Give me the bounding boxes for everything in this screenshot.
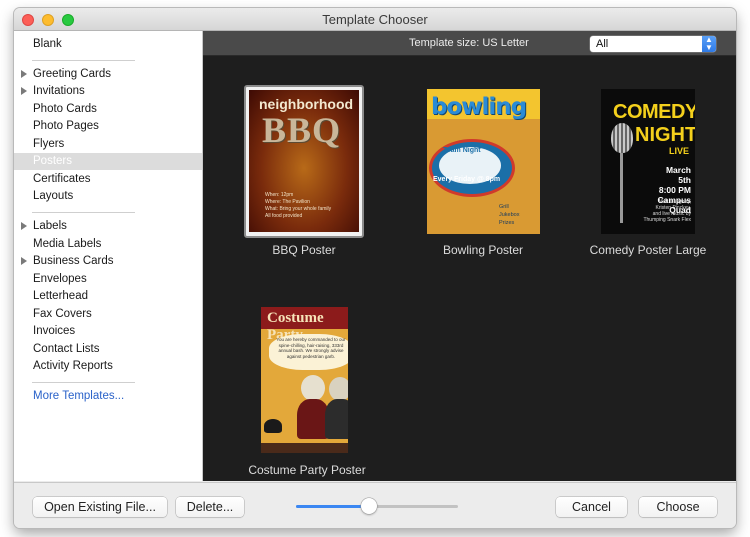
thumbnail-art-text: When: 12pm Where: The Pavilion What: Bri… (265, 192, 332, 219)
template-thumbnail[interactable]: neighborhood BBQ When: 12pm Where: The P… (249, 90, 359, 232)
sidebar-item-invoices[interactable]: Invoices (14, 323, 202, 340)
sidebar-item-label: Photo Pages (33, 120, 99, 132)
more-templates-label: More Templates... (33, 390, 125, 402)
sidebar-item-label: Invitations (33, 85, 85, 97)
template-size-label: Template size: US Letter (409, 37, 529, 49)
microphone-icon (611, 123, 633, 153)
character-body (325, 399, 348, 439)
character-head (301, 375, 325, 401)
black-cat-icon (264, 419, 282, 433)
sidebar-item-label: Envelopes (33, 273, 87, 285)
sidebar-item-media-labels[interactable]: Media Labels (14, 236, 202, 253)
delete-button[interactable]: Delete... (176, 497, 244, 517)
sidebar-item-letterhead[interactable]: Letterhead (14, 288, 202, 305)
sidebar-item-label: Activity Reports (33, 360, 113, 372)
sidebar-item-label: Labels (33, 220, 67, 232)
thumbnail-art-text: bowling (431, 94, 527, 120)
window-title: Template Chooser (322, 12, 428, 27)
thumbnail-art-text: NIGHT (635, 124, 695, 146)
sidebar-item-greeting-cards[interactable]: Greeting Cards (14, 66, 202, 83)
sidebar-item-photo-pages[interactable]: Photo Pages (14, 118, 202, 135)
sidebar-item-label: Posters (33, 155, 72, 167)
thumbnail-art-text: Every Friday @ 8pm (433, 176, 501, 183)
template-gallery: Template size: US Letter All ▲ ▼ neighbor… (203, 31, 736, 481)
template-name: Costume Party Poster (248, 463, 366, 477)
sidebar-item-label: Fax Covers (33, 308, 92, 320)
sidebar-item-blank[interactable]: Blank (14, 36, 202, 53)
more-templates-link[interactable]: More Templates... (14, 388, 202, 405)
sidebar-item-label: Layouts (33, 190, 74, 202)
choose-button[interactable]: Choose (639, 497, 717, 517)
cancel-button[interactable]: Cancel (556, 497, 627, 517)
sidebar-item-label: Contact Lists (33, 343, 100, 355)
sidebar-item-label: Business Cards (33, 255, 114, 267)
title-bar[interactable]: Template Chooser (14, 8, 736, 31)
template-name: BBQ Poster (272, 243, 336, 257)
sidebar-item-label: Photo Cards (33, 103, 97, 115)
sidebar-item-envelopes[interactable]: Envelopes (14, 271, 202, 288)
filter-select-value: All (596, 38, 609, 50)
thumbnail-art-text: Grill Jukebox Prizes (499, 204, 520, 226)
microphone-stand (620, 153, 623, 223)
disclosure-triangle-icon[interactable] (21, 222, 27, 230)
sidebar-item-activity-reports[interactable]: Activity Reports (14, 358, 202, 375)
sidebar-item-label: Media Labels (33, 238, 102, 250)
thumbnail-art-text: Matt Daughtry, Kristen Pinckey, and live… (643, 199, 691, 223)
sidebar-item-label: Letterhead (33, 290, 88, 302)
sidebar-item-label: Blank (33, 38, 62, 50)
sidebar-item-invitations[interactable]: Invitations (14, 83, 202, 100)
sidebar-divider (32, 60, 135, 61)
disclosure-triangle-icon[interactable] (21, 257, 27, 265)
thumbnail-footer (261, 443, 348, 453)
sidebar-item-contact-lists[interactable]: Contact Lists (14, 341, 202, 358)
template-thumbnail[interactable]: Costume Party You are hereby commanded t… (261, 307, 348, 453)
sidebar-item-flyers[interactable]: Flyers (14, 136, 202, 153)
disclosure-triangle-icon[interactable] (21, 87, 27, 95)
sidebar-divider (32, 212, 135, 213)
thumbnail-art-text: LIVE (669, 146, 690, 156)
filter-select[interactable]: All ▲ ▼ (590, 36, 716, 52)
thumbnail-art-text: COMEDY (613, 101, 695, 123)
disclosure-triangle-icon[interactable] (21, 70, 27, 78)
template-name: Comedy Poster Large (589, 243, 707, 257)
thumbnail-art-text: BBQ (262, 110, 342, 150)
sidebar-divider (32, 382, 135, 383)
sidebar-item-label: Flyers (33, 138, 65, 150)
thumbnail-art-text: You are hereby commanded to our spine-ch… (276, 337, 346, 359)
sidebar-item-labels[interactable]: Labels (14, 218, 202, 235)
template-thumbnail[interactable]: bowling Team Night Every Friday @ 8pm Gr… (427, 89, 540, 234)
thumbnail-size-slider[interactable] (296, 498, 458, 514)
sidebar-item-label: Greeting Cards (33, 68, 111, 80)
template-chooser-window: Template Chooser Blank Greeting Cards In… (14, 8, 736, 528)
sidebar-item-business-cards[interactable]: Business Cards (14, 253, 202, 270)
sidebar-item-posters[interactable]: Posters (14, 153, 202, 170)
sidebar-item-layouts[interactable]: Layouts (14, 188, 202, 205)
open-existing-file-button[interactable]: Open Existing File... (33, 497, 167, 517)
sidebar-item-fax-covers[interactable]: Fax Covers (14, 306, 202, 323)
sidebar-item-label: Certificates (33, 173, 91, 185)
template-name: Bowling Poster (442, 243, 524, 257)
slider-fill (296, 505, 369, 508)
sidebar-item-photo-cards[interactable]: Photo Cards (14, 101, 202, 118)
select-arrows-icon: ▲ ▼ (702, 36, 716, 52)
slider-knob[interactable] (361, 498, 377, 514)
sidebar-item-label: Invoices (33, 325, 76, 337)
category-sidebar: Blank Greeting Cards Invitations Photo C… (14, 31, 203, 481)
gallery-toolbar: Template size: US Letter All ▲ ▼ (203, 31, 736, 56)
sidebar-item-certificates[interactable]: Certificates (14, 171, 202, 188)
template-thumbnail[interactable]: COMEDY NIGHT LIVE March 5th 8:00 PM Camp… (601, 89, 695, 234)
dialog-footer: Open Existing File... Delete... Cancel C… (14, 482, 736, 528)
thumbnail-art-text: Team Night (443, 147, 481, 154)
character-head (329, 377, 348, 401)
